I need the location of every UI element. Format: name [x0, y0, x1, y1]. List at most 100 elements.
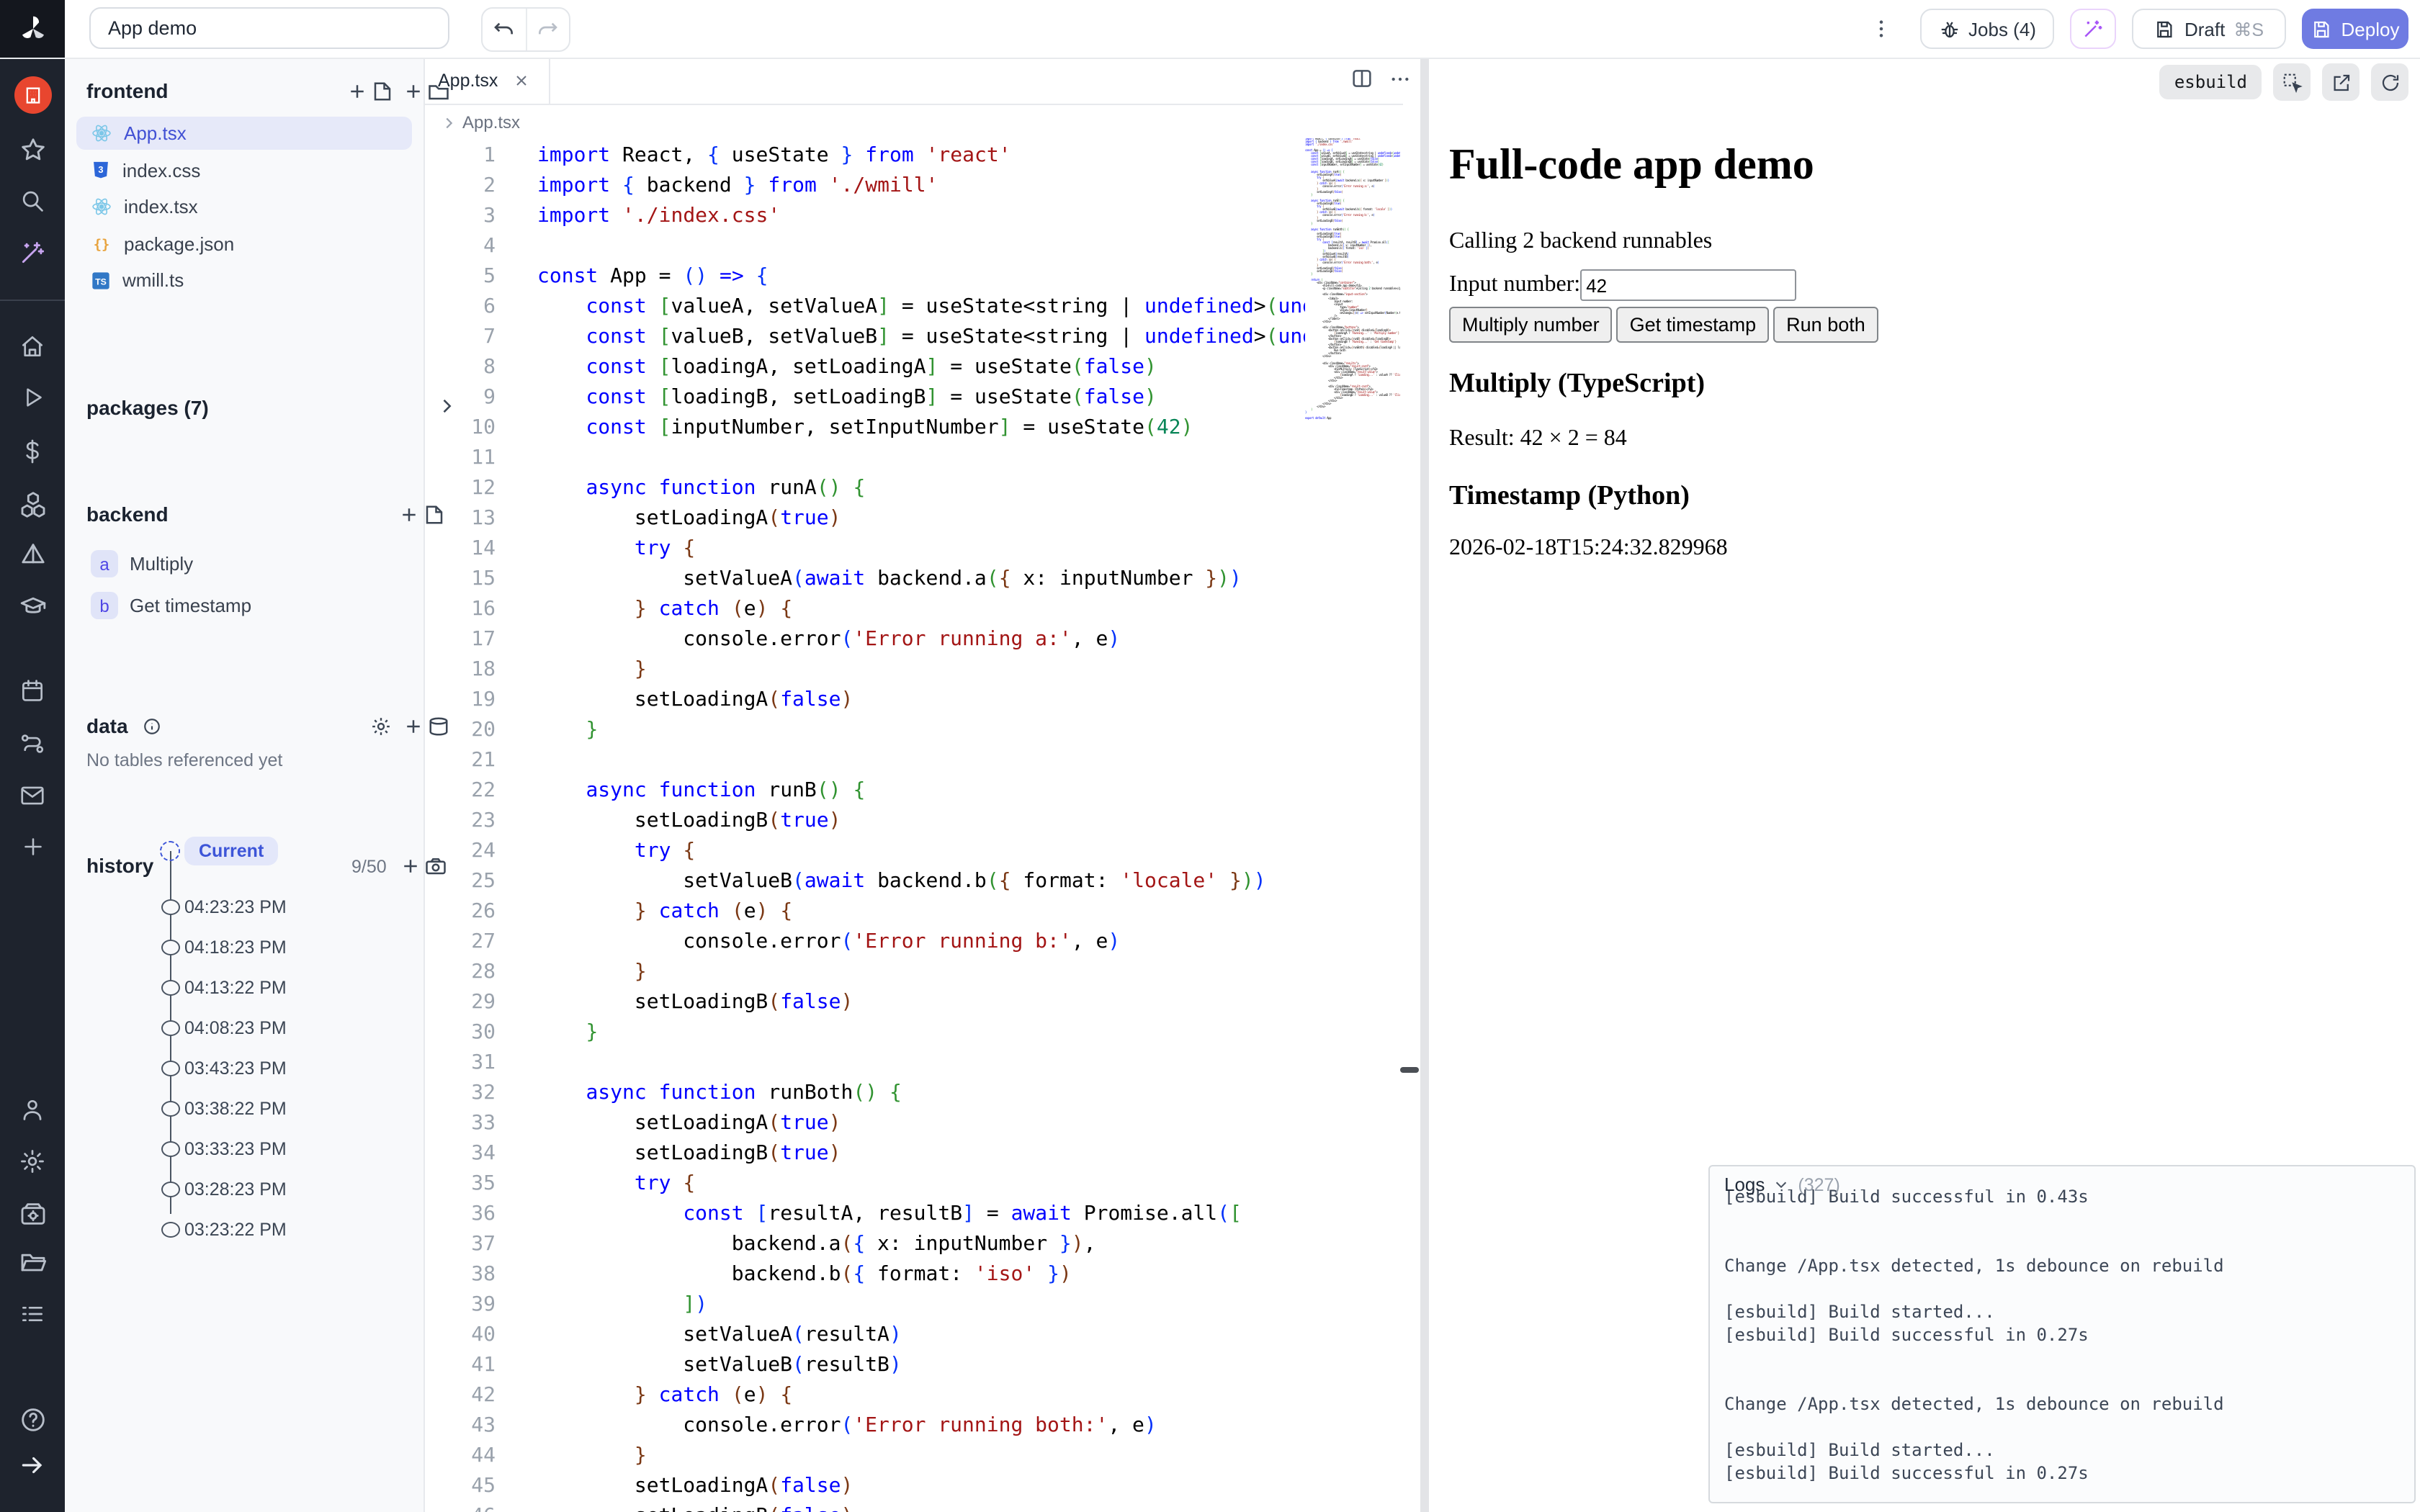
logs-body[interactable]: [esbuild] Build successful in 0.43s Chan… [1724, 1189, 2408, 1499]
box-gear-icon [18, 1200, 47, 1228]
code-line: 19 setLoadingA(false) [424, 685, 1403, 716]
line-number: 36 [424, 1200, 496, 1230]
deploy-button[interactable]: Deploy [2302, 9, 2408, 49]
app-title-input[interactable]: App demo [89, 7, 449, 49]
rail-star-button[interactable] [0, 128, 65, 171]
save-floppy-icon [2154, 18, 2176, 40]
windmill-logo[interactable] [0, 0, 65, 58]
editor-more-button[interactable] [1389, 67, 1412, 90]
history-snapshot-button[interactable] [402, 855, 448, 877]
file-item-app-tsx[interactable]: App.tsx [76, 117, 412, 150]
rail-mail-button[interactable] [0, 773, 65, 816]
mail-icon [19, 781, 46, 809]
history-dot[interactable] [161, 1182, 180, 1197]
rail-home-button[interactable] [0, 324, 65, 367]
backend-runnable-b[interactable]: bGet timestamp [76, 589, 412, 622]
history-dot[interactable] [161, 899, 180, 915]
line-number: 37 [424, 1230, 496, 1260]
rail-folder-button[interactable] [0, 1241, 65, 1284]
line-number: 32 [424, 1079, 496, 1109]
home-icon [19, 332, 46, 359]
jobs-button[interactable]: Jobs (4) [1920, 9, 2054, 49]
rail-play-button[interactable] [0, 376, 65, 419]
rail-box-gear-button[interactable] [0, 1192, 65, 1236]
rail-route-button[interactable] [0, 721, 65, 765]
packages-expand-button[interactable] [436, 396, 457, 416]
rail-list-button[interactable] [0, 1292, 65, 1335]
history-current-badge[interactable]: Current [184, 837, 278, 865]
inspect-element-button[interactable] [2273, 63, 2311, 101]
add-folder-button[interactable] [406, 81, 449, 102]
history-dot[interactable] [161, 980, 180, 996]
app-button-multiply-number[interactable]: Multiply number [1449, 307, 1613, 343]
left-icon-rail [0, 58, 65, 1512]
file-item-package-json[interactable]: {}package.json [76, 228, 412, 261]
history-dot[interactable] [161, 1101, 180, 1117]
editor-scrollbar[interactable] [1403, 104, 1420, 1512]
rail-help-button[interactable] [0, 1398, 65, 1441]
code-line: 45 setLoadingA(false) [424, 1472, 1403, 1502]
redo-button[interactable] [525, 9, 569, 50]
history-entry-time[interactable]: 03:33:23 PM [184, 1139, 287, 1159]
breadcrumb[interactable]: App.tsx [441, 112, 520, 132]
history-dot[interactable] [161, 1141, 180, 1157]
code-line: 4 [424, 232, 1403, 262]
file-item-index-css[interactable]: 3index.css [76, 153, 412, 186]
add-table-button[interactable] [405, 716, 451, 737]
history-entry-time[interactable]: 03:38:22 PM [184, 1099, 287, 1119]
history-entry-time[interactable]: 04:23:23 PM [184, 897, 287, 917]
history-dot[interactable] [161, 1222, 180, 1238]
arrow-right-icon [19, 1451, 46, 1478]
history-dot[interactable] [161, 940, 180, 955]
ai-assistant-button[interactable] [2070, 9, 2116, 49]
file-item-index-tsx[interactable]: index.tsx [76, 190, 412, 223]
backend-add-runnable-button[interactable] [402, 504, 445, 526]
undo-button[interactable] [483, 9, 525, 50]
rail-cubes-button[interactable] [0, 482, 65, 526]
rail-prism-button[interactable] [0, 533, 65, 576]
refresh-preview-button[interactable] [2371, 63, 2408, 101]
rail-person-button[interactable] [0, 1087, 65, 1130]
backend-runnable-a[interactable]: aMultiply [76, 547, 412, 580]
line-number: 19 [424, 685, 496, 716]
open-external-button[interactable] [2322, 63, 2360, 101]
history-dot[interactable] [161, 1061, 180, 1076]
rail-dollar-button[interactable] [0, 429, 65, 472]
history-entry-time[interactable]: 03:43:23 PM [184, 1058, 287, 1079]
draft-save-button[interactable]: Draft ⌘S [2132, 9, 2286, 49]
history-entry-time[interactable]: 03:28:23 PM [184, 1179, 287, 1200]
panel-resize-handle[interactable] [1400, 1067, 1419, 1073]
editor-minimap[interactable]: import React, { useState } from 'react'i… [1305, 138, 1400, 484]
result-value: 2026-02-18T15:24:32.829968 [1449, 536, 1728, 562]
rail-graduation-cap-button[interactable] [0, 585, 65, 628]
rail-search-button[interactable] [0, 179, 65, 222]
logs-header[interactable]: Logs (327) [1724, 1174, 1840, 1195]
more-options-button[interactable] [1864, 12, 1899, 46]
line-number: 23 [424, 806, 496, 837]
code-line: 24 try { [424, 837, 1403, 867]
rail-gear-button[interactable] [0, 1139, 65, 1182]
number-input[interactable] [1580, 269, 1796, 301]
rail-workspace-building-button[interactable] [0, 73, 65, 117]
code-area[interactable]: 1import React, { useState } from 'react'… [424, 141, 1403, 1512]
app-button-run-both[interactable]: Run both [1773, 307, 1878, 343]
rail-arrow-right-button[interactable] [0, 1443, 65, 1486]
history-entry-time[interactable]: 04:18:23 PM [184, 937, 287, 958]
log-line [1724, 1208, 2408, 1231]
history-entry-time[interactable]: 04:13:22 PM [184, 978, 287, 998]
rail-plus-button[interactable] [0, 825, 65, 868]
data-settings-button[interactable] [370, 716, 392, 737]
split-editor-button[interactable] [1350, 66, 1374, 91]
code-line: 18 } [424, 655, 1403, 685]
file-item-wmill-ts[interactable]: TSwmill.ts [76, 264, 412, 297]
app-button-get-timestamp[interactable]: Get timestamp [1617, 307, 1770, 343]
panel-divider[interactable] [1420, 58, 1429, 1512]
rail-magic-wand-button[interactable] [0, 230, 65, 274]
add-file-button[interactable] [350, 81, 393, 102]
history-entry-time[interactable]: 04:08:23 PM [184, 1018, 287, 1038]
history-dot[interactable] [161, 1020, 180, 1036]
history-entry-time[interactable]: 03:23:22 PM [184, 1220, 287, 1240]
rail-calendar-button[interactable] [0, 668, 65, 711]
esbuild-badge[interactable]: esbuild [2160, 65, 2262, 99]
close-tab-icon[interactable] [512, 72, 529, 89]
